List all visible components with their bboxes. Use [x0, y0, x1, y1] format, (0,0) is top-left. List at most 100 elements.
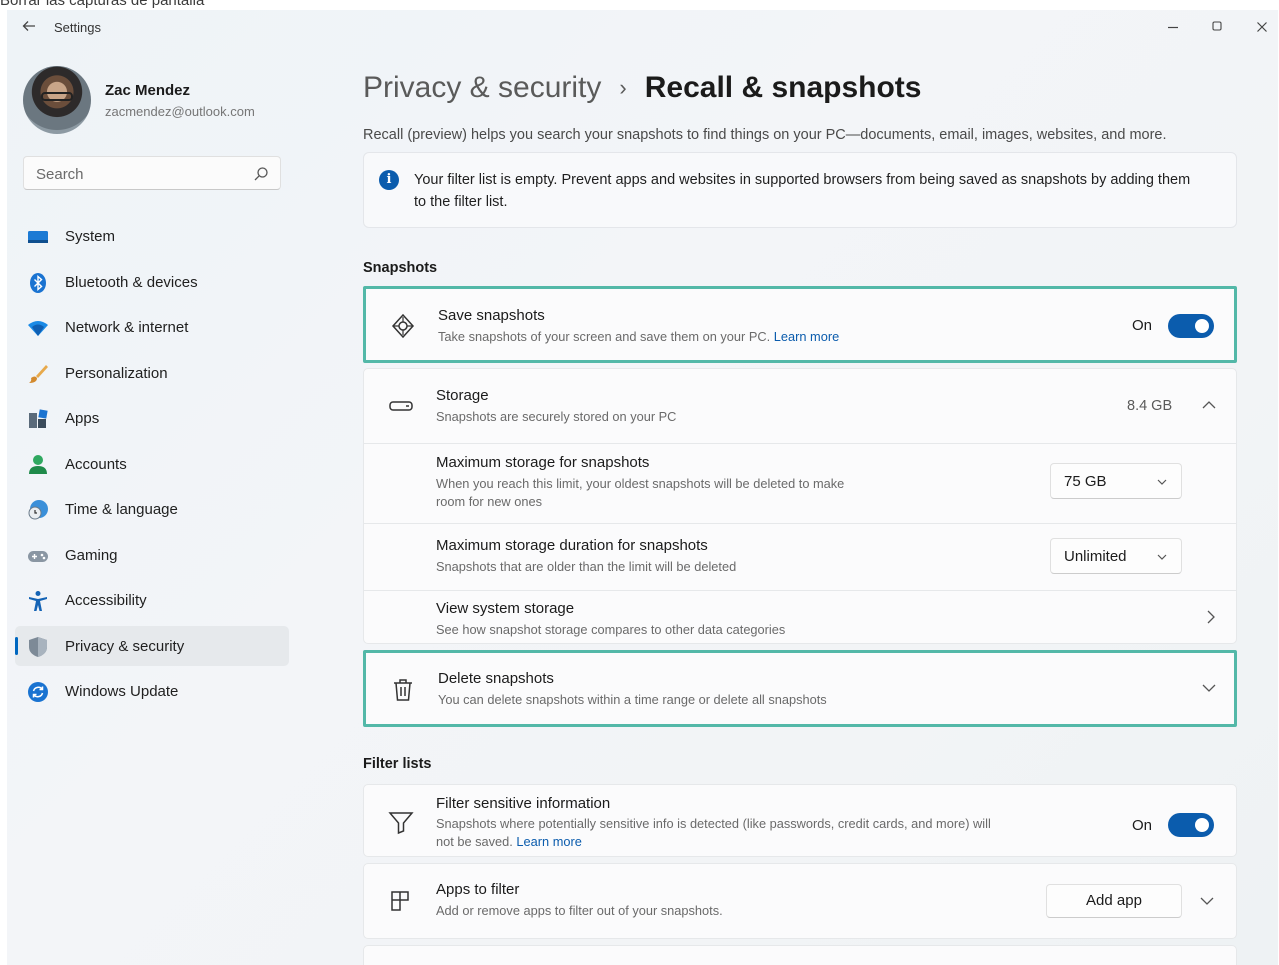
max-duration-subtitle: Snapshots that are older than the limit … — [436, 559, 737, 574]
breadcrumb-parent[interactable]: Privacy & security — [363, 71, 601, 105]
sidebar-item-time-language[interactable]: Time & language — [15, 489, 289, 529]
sidebar-item-label: Accessibility — [65, 592, 147, 609]
minimize-icon — [1168, 26, 1178, 29]
max-duration-title: Maximum storage duration for snapshots — [436, 537, 708, 554]
max-storage-title: Maximum storage for snapshots — [436, 454, 650, 471]
filter-icon — [388, 812, 414, 835]
save-snapshots-card: Save snapshots Take snapshots of your sc… — [363, 286, 1237, 363]
apps-to-filter-subtitle: Add or remove apps to filter out of your… — [436, 903, 723, 918]
save-snapshots-subtitle: Take snapshots of your screen and save t… — [438, 328, 839, 346]
filter-sensitive-title: Filter sensitive information — [436, 795, 611, 812]
max-storage-dropdown[interactable]: 75 GB — [1050, 463, 1182, 499]
max-storage-row: Maximum storage for snapshots When you r… — [363, 444, 1237, 524]
max-duration-row: Maximum storage duration for snapshots S… — [363, 524, 1237, 591]
chevron-up-icon[interactable] — [1200, 396, 1218, 414]
page-title: Recall & snapshots — [644, 71, 922, 104]
websites-to-filter-card-partial[interactable] — [363, 945, 1237, 965]
page-caption: Borrar las capturas de pantalla — [0, 0, 205, 9]
breadcrumb-separator: › — [619, 75, 627, 100]
search-input[interactable] — [36, 164, 246, 184]
globe-clock-icon — [28, 500, 48, 520]
sidebar-item-label: Personalization — [65, 364, 168, 382]
sidebar-item-label: Apps — [65, 410, 100, 427]
sidebar-item-accounts[interactable]: Accounts — [15, 444, 289, 484]
storage-card[interactable]: Storage Snapshots are securely stored on… — [363, 368, 1237, 444]
sidebar-item-privacy-security[interactable]: Privacy & security — [15, 625, 289, 666]
save-snapshots-toggle[interactable] — [1168, 314, 1214, 338]
sidebar-item-label: Bluetooth & devices — [65, 273, 198, 291]
sidebar-item-gaming[interactable]: Gaming — [15, 535, 289, 575]
sidebar-item-apps[interactable]: Apps — [15, 398, 289, 438]
toggle-state-label: On — [1132, 817, 1153, 834]
close-icon — [1257, 22, 1267, 32]
avatar-glasses — [41, 92, 73, 101]
storage-value: 8.4 GB — [1127, 398, 1173, 414]
app-title: Settings — [54, 20, 101, 35]
filter-sensitive-subtitle: Snapshots where potentially sensitive in… — [436, 815, 996, 851]
title-bar: Settings — [7, 10, 1278, 46]
info-icon: i — [379, 170, 399, 190]
update-icon — [28, 682, 48, 702]
info-bar: i Your filter list is empty. Prevent app… — [363, 152, 1237, 228]
close-button[interactable] — [1252, 18, 1272, 38]
sidebar-item-label: System — [65, 228, 116, 245]
maximize-button[interactable] — [1207, 18, 1227, 38]
storage-subtitle: Snapshots are securely stored on your PC — [436, 409, 677, 424]
maximize-icon — [1212, 21, 1222, 31]
sidebar-item-label: Accounts — [65, 455, 127, 473]
gamepad-icon — [28, 550, 48, 562]
apps-to-filter-title: Apps to filter — [436, 881, 520, 898]
view-system-storage-row[interactable]: View system storage See how snapshot sto… — [363, 591, 1237, 644]
page-description: Recall (preview) helps you search your s… — [363, 127, 1167, 143]
max-storage-value: 75 GB — [1064, 473, 1107, 490]
save-snapshots-title: Save snapshots — [438, 307, 545, 324]
back-button[interactable] — [19, 18, 39, 38]
sidebar-item-label: Gaming — [65, 546, 118, 564]
chevron-down-icon — [1157, 479, 1167, 485]
view-storage-title: View system storage — [436, 600, 575, 617]
breadcrumb: Privacy & security › Recall & snapshots — [363, 68, 921, 108]
save-snapshots-description: Take snapshots of your screen and save t… — [438, 329, 771, 344]
sidebar-item-network[interactable]: Network & internet — [15, 307, 289, 347]
minimize-button[interactable] — [1163, 18, 1183, 38]
bluetooth-icon — [30, 272, 46, 293]
settings-window: Settings Zac Mendez zacmendez@outlook.co… — [7, 10, 1278, 965]
chevron-down-icon — [1157, 554, 1167, 560]
sidebar-item-personalization[interactable]: Personalization — [15, 353, 289, 393]
snapshot-icon — [391, 313, 415, 339]
chevron-right-icon — [1207, 610, 1215, 624]
filter-sensitive-card: Filter sensitive information Snapshots w… — [363, 784, 1237, 857]
sidebar-item-label: Time & language — [65, 501, 178, 518]
sidebar-item-windows-update[interactable]: Windows Update — [15, 671, 289, 711]
delete-snapshots-card[interactable]: Delete snapshots You can delete snapshot… — [363, 650, 1237, 727]
sidebar-item-accessibility[interactable]: Accessibility — [15, 580, 289, 620]
user-name: Zac Mendez — [105, 82, 191, 99]
learn-more-link[interactable]: Learn more — [774, 329, 839, 344]
add-app-button[interactable]: Add app — [1046, 884, 1182, 918]
max-storage-subtitle: When you reach this limit, your oldest s… — [436, 476, 845, 509]
sidebar-item-system[interactable]: System — [15, 216, 289, 256]
sidebar-item-label: Windows Update — [65, 683, 179, 700]
search-box — [23, 156, 281, 190]
chevron-down-icon[interactable] — [1198, 892, 1216, 910]
arrow-left-icon — [22, 21, 35, 31]
shield-icon — [29, 636, 47, 657]
learn-more-link[interactable]: Learn more — [516, 834, 581, 849]
toggle-knob — [1195, 818, 1209, 832]
system-icon — [28, 231, 48, 243]
storage-icon — [389, 401, 413, 411]
chevron-down-icon — [1202, 684, 1216, 692]
storage-title: Storage — [436, 387, 489, 404]
avatar[interactable] — [23, 66, 91, 134]
max-duration-dropdown[interactable]: Unlimited — [1050, 538, 1182, 574]
brush-icon — [29, 364, 48, 383]
apps-to-filter-card[interactable]: Apps to filter Add or remove apps to fil… — [363, 863, 1237, 939]
accessibility-icon — [29, 591, 47, 611]
sidebar-item-bluetooth[interactable]: Bluetooth & devices — [15, 262, 289, 302]
search-icon[interactable] — [252, 165, 270, 183]
filter-sensitive-toggle[interactable] — [1168, 813, 1214, 837]
toggle-knob — [1195, 319, 1209, 333]
person-icon — [29, 454, 47, 474]
sidebar-nav: System Bluetooth & devices Network & int… — [15, 216, 289, 717]
section-title-snapshots: Snapshots — [363, 260, 438, 276]
